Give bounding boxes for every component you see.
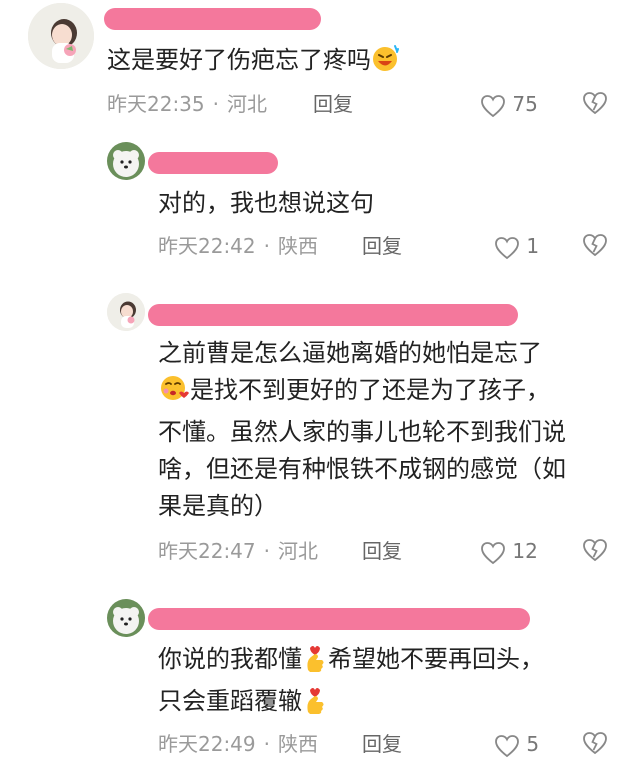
comment-text: 你说的我都懂 希望她不要再回头， 只会重蹈覆辙 <box>158 641 544 725</box>
reply-button[interactable]: 回复 <box>362 730 402 758</box>
heart-outline-icon <box>495 236 519 259</box>
avatar[interactable] <box>28 3 94 69</box>
dog-avatar-icon <box>107 599 145 637</box>
like-button[interactable]: 75 <box>480 90 538 118</box>
comment-location: 陕西 <box>278 732 318 756</box>
like-button[interactable]: 5 <box>494 730 539 758</box>
comment-location: 河北 <box>227 92 267 116</box>
comment-line: 是找不到更好的了还是为了孩子， <box>158 372 566 414</box>
finger-heart-emoji-icon <box>302 684 328 725</box>
avatar[interactable] <box>107 293 145 331</box>
like-count: 12 <box>512 539 538 563</box>
broken-heart-icon <box>583 539 607 562</box>
comment-text: 这是要好了伤疤忘了疼吗 <box>107 42 401 84</box>
username-redacted[interactable] <box>148 152 278 174</box>
comment-meta: 昨天22:47 · 河北 <box>158 537 318 565</box>
finger-heart-emoji-icon <box>302 642 328 683</box>
dislike-button[interactable] <box>582 538 608 564</box>
comment-location: 河北 <box>278 539 318 563</box>
reply-button[interactable]: 回复 <box>313 90 353 118</box>
meta-separator: · <box>263 234 270 258</box>
comment-line: 之前曹是怎么逼她离婚的她怕是忘了 <box>158 339 542 367</box>
meta-separator: · <box>212 92 219 116</box>
like-count: 1 <box>526 234 540 258</box>
comment-time: 昨天22:42 <box>158 234 256 258</box>
heart-outline-icon <box>481 541 505 564</box>
like-count: 5 <box>526 732 540 756</box>
comment-line: 你说的我都懂 希望她不要再回头， <box>158 641 544 683</box>
avatar[interactable] <box>107 599 145 637</box>
broken-heart-icon <box>583 732 607 755</box>
username-redacted[interactable] <box>148 608 530 630</box>
comment-time: 昨天22:49 <box>158 732 256 756</box>
comment-time: 昨天22:35 <box>107 92 205 116</box>
dislike-button[interactable] <box>582 233 608 259</box>
meta-separator: · <box>263 539 270 563</box>
broken-heart-icon <box>583 234 607 257</box>
dog-avatar-icon <box>107 142 145 180</box>
username-redacted[interactable] <box>148 304 518 326</box>
girl-avatar-icon <box>107 293 145 331</box>
comment-line: 只会重蹈覆辙 <box>158 683 544 725</box>
comment-meta: 昨天22:35 · 河北 <box>107 90 267 118</box>
username-redacted[interactable] <box>104 8 321 30</box>
meta-separator: · <box>263 732 270 756</box>
reply-button[interactable]: 回复 <box>362 232 402 260</box>
reply-button[interactable]: 回复 <box>362 537 402 565</box>
like-button[interactable]: 12 <box>480 537 538 565</box>
comment-meta: 昨天22:49 · 陕西 <box>158 730 318 758</box>
comment-3: 之前曹是怎么逼她离婚的她怕是忘了 是找不到更好的了还是为了孩子， 不懂。虽然人家… <box>0 285 640 575</box>
like-button[interactable]: 1 <box>494 232 539 260</box>
comment-location: 陕西 <box>278 234 318 258</box>
avatar[interactable] <box>107 142 145 180</box>
laughing-sweat-emoji-icon <box>371 43 401 84</box>
girl-avatar-icon <box>28 3 94 69</box>
comment-line: 啥，但还是有种恨铁不成钢的感觉（如 <box>158 455 566 483</box>
comment-4: 你说的我都懂 希望她不要再回头， 只会重蹈覆辙 昨天22:49 · 陕西 回复 5 <box>0 590 640 779</box>
comment-line: 果是真的） <box>158 492 278 520</box>
comment-text: 之前曹是怎么逼她离婚的她怕是忘了 是找不到更好的了还是为了孩子， 不懂。虽然人家… <box>158 335 566 525</box>
dislike-button[interactable] <box>582 731 608 757</box>
kissing-face-emoji-icon <box>158 373 190 414</box>
comment-1: 这是要好了伤疤忘了疼吗 昨天22:35 · 河北 回复 75 <box>0 0 640 130</box>
comment-time: 昨天22:47 <box>158 539 256 563</box>
like-count: 75 <box>512 92 538 116</box>
comment-line: 不懂。虽然人家的事儿也轮不到我们说 <box>158 418 566 446</box>
comment-meta: 昨天22:42 · 陕西 <box>158 232 318 260</box>
dislike-button[interactable] <box>582 91 608 117</box>
comment-2: 对的，我也想说这句 昨天22:42 · 陕西 回复 1 <box>0 135 640 275</box>
comment-text: 对的，我也想说这句 <box>158 189 374 217</box>
heart-outline-icon <box>495 734 519 757</box>
heart-outline-icon <box>481 94 505 117</box>
broken-heart-icon <box>583 92 607 115</box>
